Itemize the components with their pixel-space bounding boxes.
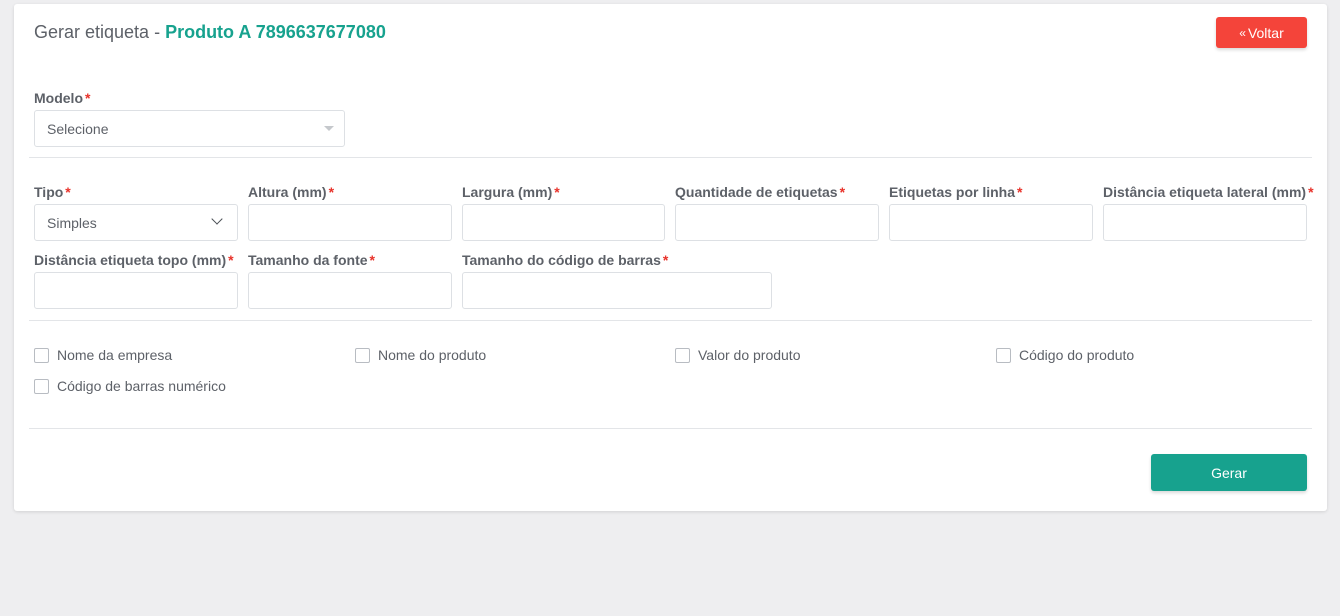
chevron-down-icon (211, 213, 223, 225)
distancia-topo-input[interactable] (34, 272, 238, 309)
distancia-lateral-label: Distância etiqueta lateral (mm) * (1103, 184, 1314, 200)
required-marker: * (328, 184, 335, 200)
etiquetas-por-linha-input[interactable] (889, 204, 1093, 241)
required-marker: * (1308, 184, 1314, 200)
checkbox-box[interactable] (34, 347, 49, 363)
tipo-select[interactable]: Simples (34, 204, 238, 241)
modelo-label: Modelo * (34, 90, 91, 106)
altura-input[interactable] (248, 204, 452, 241)
tipo-label: Tipo * (34, 184, 71, 200)
checkbox-label: Nome do produto (378, 347, 487, 363)
tamanho-codigo-barras-label: Tamanho do código de barras * (462, 252, 669, 268)
back-button-label: Voltar (1247, 24, 1284, 41)
checkbox-label: Código do produto (1019, 347, 1135, 363)
required-marker: * (228, 252, 234, 268)
checkbox-nome-produto[interactable]: Nome do produto (355, 347, 486, 363)
largura-input[interactable] (462, 204, 665, 241)
tamanho-fonte-input[interactable] (248, 272, 452, 309)
checkbox-valor-produto[interactable]: Valor do produto (675, 347, 800, 363)
gerar-button[interactable]: Gerar (1151, 454, 1307, 491)
checkbox-codigo-produto[interactable]: Código do produto (996, 347, 1134, 363)
checkbox-box[interactable] (355, 347, 370, 363)
required-marker: * (1017, 184, 1023, 200)
tipo-select-value: Simples (47, 214, 97, 231)
required-marker: * (554, 184, 560, 200)
quantidade-input[interactable] (675, 204, 879, 241)
page-title: Gerar etiqueta - Produto A 7896637677080 (34, 22, 386, 43)
page-title-prefix: Gerar etiqueta - (34, 22, 166, 42)
required-marker: * (85, 90, 91, 106)
product-name: Produto A 7896637677080 (165, 22, 386, 42)
divider (29, 320, 1312, 321)
checkbox-nome-empresa[interactable]: Nome da empresa (34, 347, 172, 363)
modelo-select-value: Selecione (47, 120, 109, 137)
double-chevron-left-icon: « (1239, 25, 1246, 40)
tamanho-fonte-label: Tamanho da fonte * (248, 252, 375, 268)
required-marker: * (369, 252, 375, 268)
divider (29, 428, 1312, 429)
required-marker: * (662, 252, 669, 268)
divider (29, 157, 1312, 158)
checkbox-box[interactable] (675, 347, 690, 363)
checkbox-box[interactable] (34, 378, 49, 394)
checkbox-label: Valor do produto (698, 347, 801, 363)
caret-down-icon (324, 126, 334, 131)
largura-label: Largura (mm) * (462, 184, 560, 200)
checkbox-codigo-barras-numerico[interactable]: Código de barras numérico (34, 378, 226, 394)
back-button[interactable]: «Voltar (1216, 17, 1307, 48)
etiquetas-por-linha-label: Etiquetas por linha * (889, 184, 1023, 200)
distancia-topo-label: Distância etiqueta topo (mm) * (34, 252, 234, 268)
modelo-select[interactable]: Selecione (34, 110, 345, 147)
distancia-lateral-input[interactable] (1103, 204, 1307, 241)
required-marker: * (839, 184, 846, 200)
quantidade-label: Quantidade de etiquetas * (675, 184, 846, 200)
required-marker: * (65, 184, 71, 200)
tamanho-codigo-barras-input[interactable] (462, 272, 772, 309)
checkbox-box[interactable] (996, 347, 1011, 363)
label-generator-card: Gerar etiqueta - Produto A 7896637677080… (14, 4, 1327, 511)
checkbox-label: Nome da empresa (57, 347, 173, 363)
altura-label: Altura (mm) * (248, 184, 335, 200)
checkbox-label: Código de barras numérico (57, 378, 226, 394)
